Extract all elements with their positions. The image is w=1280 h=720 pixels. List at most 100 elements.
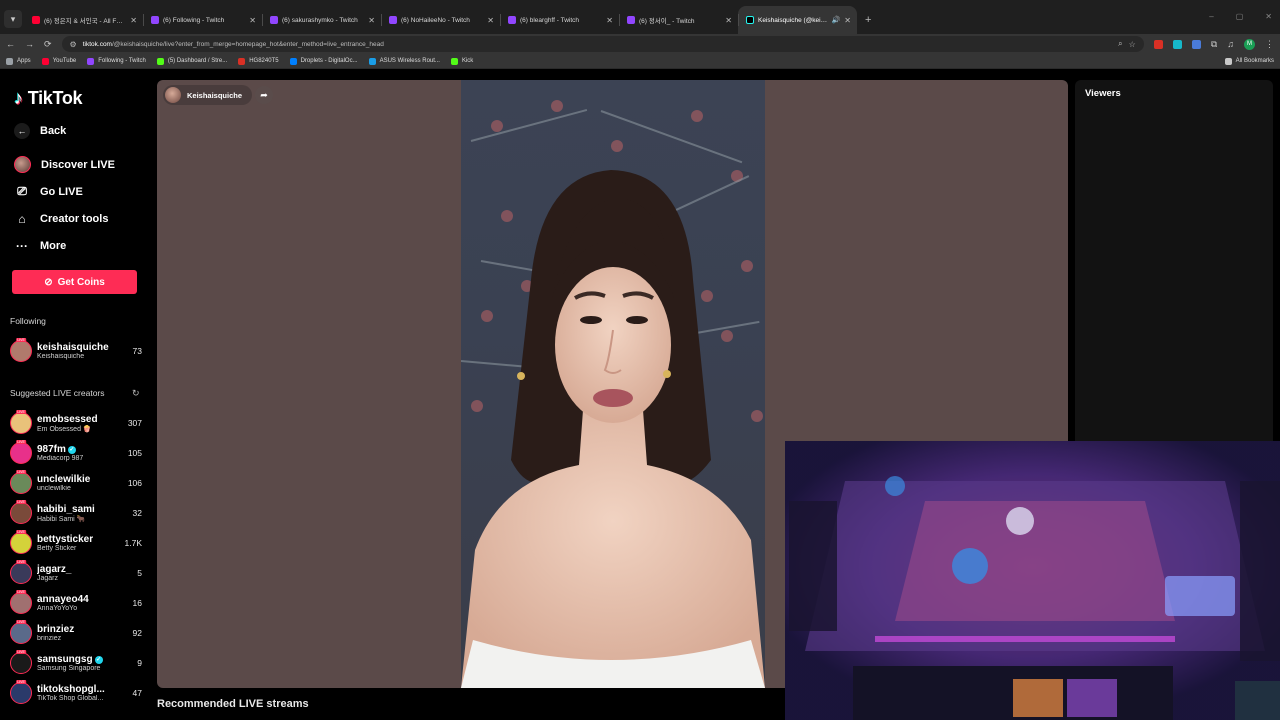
close-tab-icon[interactable]: ✕: [368, 16, 375, 25]
host-profile-chip[interactable]: Keishaisquiche: [163, 85, 253, 105]
share-icon[interactable]: ➦: [255, 86, 273, 104]
bookmark-item[interactable]: Following - Twitch: [87, 57, 146, 65]
nav-more[interactable]: ··· More: [14, 239, 66, 253]
speaker-icon[interactable]: 🔊: [832, 16, 841, 24]
live-creator-item[interactable]: tiktokshopgl...TikTok Shop Global... 47: [10, 680, 142, 706]
site-info-icon[interactable]: ⚙: [70, 40, 77, 49]
bookmark-favicon-icon: [87, 57, 95, 65]
live-video[interactable]: [461, 80, 765, 688]
all-bookmarks-button[interactable]: All Bookmarks: [1224, 57, 1274, 65]
creator-nickname: Habibi Sami 🐂: [37, 515, 86, 523]
refresh-icon[interactable]: ↻: [132, 388, 140, 399]
get-coins-button[interactable]: ⊘ Get Coins: [12, 270, 137, 294]
forward-arrow-icon[interactable]: →: [25, 39, 34, 49]
media-control-icon[interactable]: ♫: [1227, 39, 1234, 49]
viewers-heading: Viewers: [1085, 88, 1121, 99]
live-creator-item[interactable]: unclewilkieunclewilkie 106: [10, 470, 142, 496]
close-window-icon[interactable]: ✕: [1265, 12, 1272, 21]
bookmark-star-icon[interactable]: ☆: [1129, 40, 1136, 49]
extensions-puzzle-icon[interactable]: ⧉: [1211, 39, 1217, 50]
tiktok-note-icon: ♪: [14, 88, 23, 108]
url-path: /@keishaisquiche/live?enter_from_merge=h…: [111, 40, 384, 48]
browser-tab[interactable]: (6) 정서이_ - Twitch ✕: [619, 6, 738, 34]
arrow-left-icon: ←: [14, 123, 30, 139]
extension-icon[interactable]: [1191, 39, 1201, 49]
browser-tab[interactable]: (6) NoHaileeNo - Twitch ✕: [381, 6, 500, 34]
tiktok-logo[interactable]: ♪ TikTok: [14, 88, 83, 109]
browser-tab[interactable]: (6) blearghff - Twitch ✕: [500, 6, 619, 34]
creator-name-row: habibi_sami: [37, 504, 128, 515]
live-creator-item[interactable]: samsungsg✓Samsung Singapore 9: [10, 650, 142, 676]
creator-avatar: [10, 622, 32, 644]
creator-name: jagarz_: [37, 564, 72, 575]
bookmark-label: Apps: [17, 58, 31, 64]
bookmark-item[interactable]: Droplets - DigitalOc...: [289, 57, 358, 65]
browser-tab[interactable]: (6) sakurashymko - Twitch ✕: [262, 6, 381, 34]
viewer-count: 105: [127, 448, 142, 458]
viewers-panel: Viewers: [1075, 80, 1273, 460]
tab-title: (6) 정서이_ - Twitch: [639, 18, 695, 25]
live-creator-item[interactable]: 987fm✓Mediacorp 987 105: [10, 440, 142, 466]
close-tab-icon[interactable]: ✕: [844, 16, 851, 25]
creator-nickname: Betty Sticker: [37, 545, 77, 552]
viewer-count: 106: [127, 478, 142, 488]
live-creator-item[interactable]: jagarz_Jagarz 5: [10, 560, 142, 586]
extension-icon[interactable]: [1153, 39, 1163, 49]
maximize-icon[interactable]: ▢: [1236, 12, 1244, 21]
close-tab-icon[interactable]: ✕: [725, 16, 732, 25]
nav-discover-live[interactable]: Discover LIVE: [14, 156, 115, 173]
close-tab-icon[interactable]: ✕: [606, 16, 613, 25]
bookmark-item[interactable]: YouTube: [41, 57, 76, 65]
live-creator-item[interactable]: emobsessedEm Obsessed 🍿 307: [10, 410, 142, 436]
minimize-icon[interactable]: –: [1209, 12, 1213, 21]
live-creator-item[interactable]: annayeo44AnnaYoYoYo 16: [10, 590, 142, 616]
discover-live-avatar: [14, 156, 31, 173]
creator-name: brinziez: [37, 624, 75, 635]
nav-creator-tools[interactable]: ⌂ Creator tools: [14, 212, 108, 226]
game-stream-overlay[interactable]: [785, 441, 1280, 720]
back-arrow-icon[interactable]: ←: [6, 39, 15, 49]
bookmark-item[interactable]: (5) Dashboard / Stre...: [156, 57, 227, 65]
nav-go-live[interactable]: ⎚ Go LIVE: [14, 184, 83, 199]
creator-name-row: 987fm ✓: [37, 444, 123, 455]
zoom-icon[interactable]: ⌕: [1118, 39, 1122, 49]
browser-tab[interactable]: (6) 정은지 & 서인국 - All For You ✕: [24, 6, 143, 34]
twitch-favicon-icon: [508, 16, 516, 24]
bookmark-item[interactable]: Kick: [450, 57, 473, 65]
browser-menu-icon[interactable]: ⋮: [1265, 39, 1274, 50]
creator-nickname: Keishaisquiche: [37, 353, 85, 360]
live-creator-item[interactable]: habibi_samiHabibi Sami 🐂 32: [10, 500, 142, 526]
nav-discover-live-label: Discover LIVE: [41, 158, 115, 171]
address-bar[interactable]: ⚙ tiktok.com/@keishaisquiche/live?enter_…: [61, 36, 1144, 52]
tiktok-sidebar: ♪ TikTok ← Back Discover LIVE ⎚ Go LIVE …: [0, 70, 152, 720]
following-heading: Following: [10, 316, 46, 326]
creator-name-row: annayeo44: [37, 594, 128, 605]
tab-title: (6) 정은지 & 서인국 - All For You: [44, 18, 127, 25]
live-creator-item[interactable]: bettystickerBetty Sticker 1.7K: [10, 530, 142, 556]
bookmark-favicon-icon: [156, 57, 164, 65]
reload-icon[interactable]: ⟳: [44, 39, 52, 50]
creator-avatar: [10, 532, 32, 554]
bookmark-item[interactable]: ASUS Wireless Rout...: [368, 57, 440, 65]
browser-tab[interactable]: (6) Following - Twitch ✕: [143, 6, 262, 34]
creator-text: annayeo44 AnnaYoYoYo: [37, 594, 128, 612]
close-tab-icon[interactable]: ✕: [487, 16, 494, 25]
bookmarks-bar: Apps YouTube Following - Twitch (5) Dashboa…: [0, 54, 1280, 69]
live-creator-item[interactable]: brinziezbrinziez 92: [10, 620, 142, 646]
live-creator-item[interactable]: keishaisquicheKeishaisquiche 73: [10, 338, 142, 364]
close-tab-icon[interactable]: ✕: [130, 16, 137, 25]
creator-name: samsungsg: [37, 654, 93, 665]
tab-search-button[interactable]: ▾: [4, 10, 22, 28]
browser-tab[interactable]: Keishaisquiche (@keishais... 🔊✕: [738, 6, 857, 34]
creator-name: unclewilkie: [37, 474, 91, 485]
creator-name-row: tiktokshopgl...: [37, 684, 128, 695]
new-tab-button[interactable]: +: [865, 14, 871, 26]
folder-icon: [1224, 57, 1232, 65]
extension-icon[interactable]: [1172, 39, 1182, 49]
nav-back[interactable]: ← Back: [14, 123, 66, 139]
close-tab-icon[interactable]: ✕: [249, 16, 256, 25]
bookmark-item[interactable]: Apps: [6, 57, 31, 65]
creator-name-row: samsungsg ✓: [37, 654, 132, 665]
profile-avatar[interactable]: M: [1244, 38, 1255, 50]
bookmark-item[interactable]: HG8240T5: [238, 57, 279, 65]
